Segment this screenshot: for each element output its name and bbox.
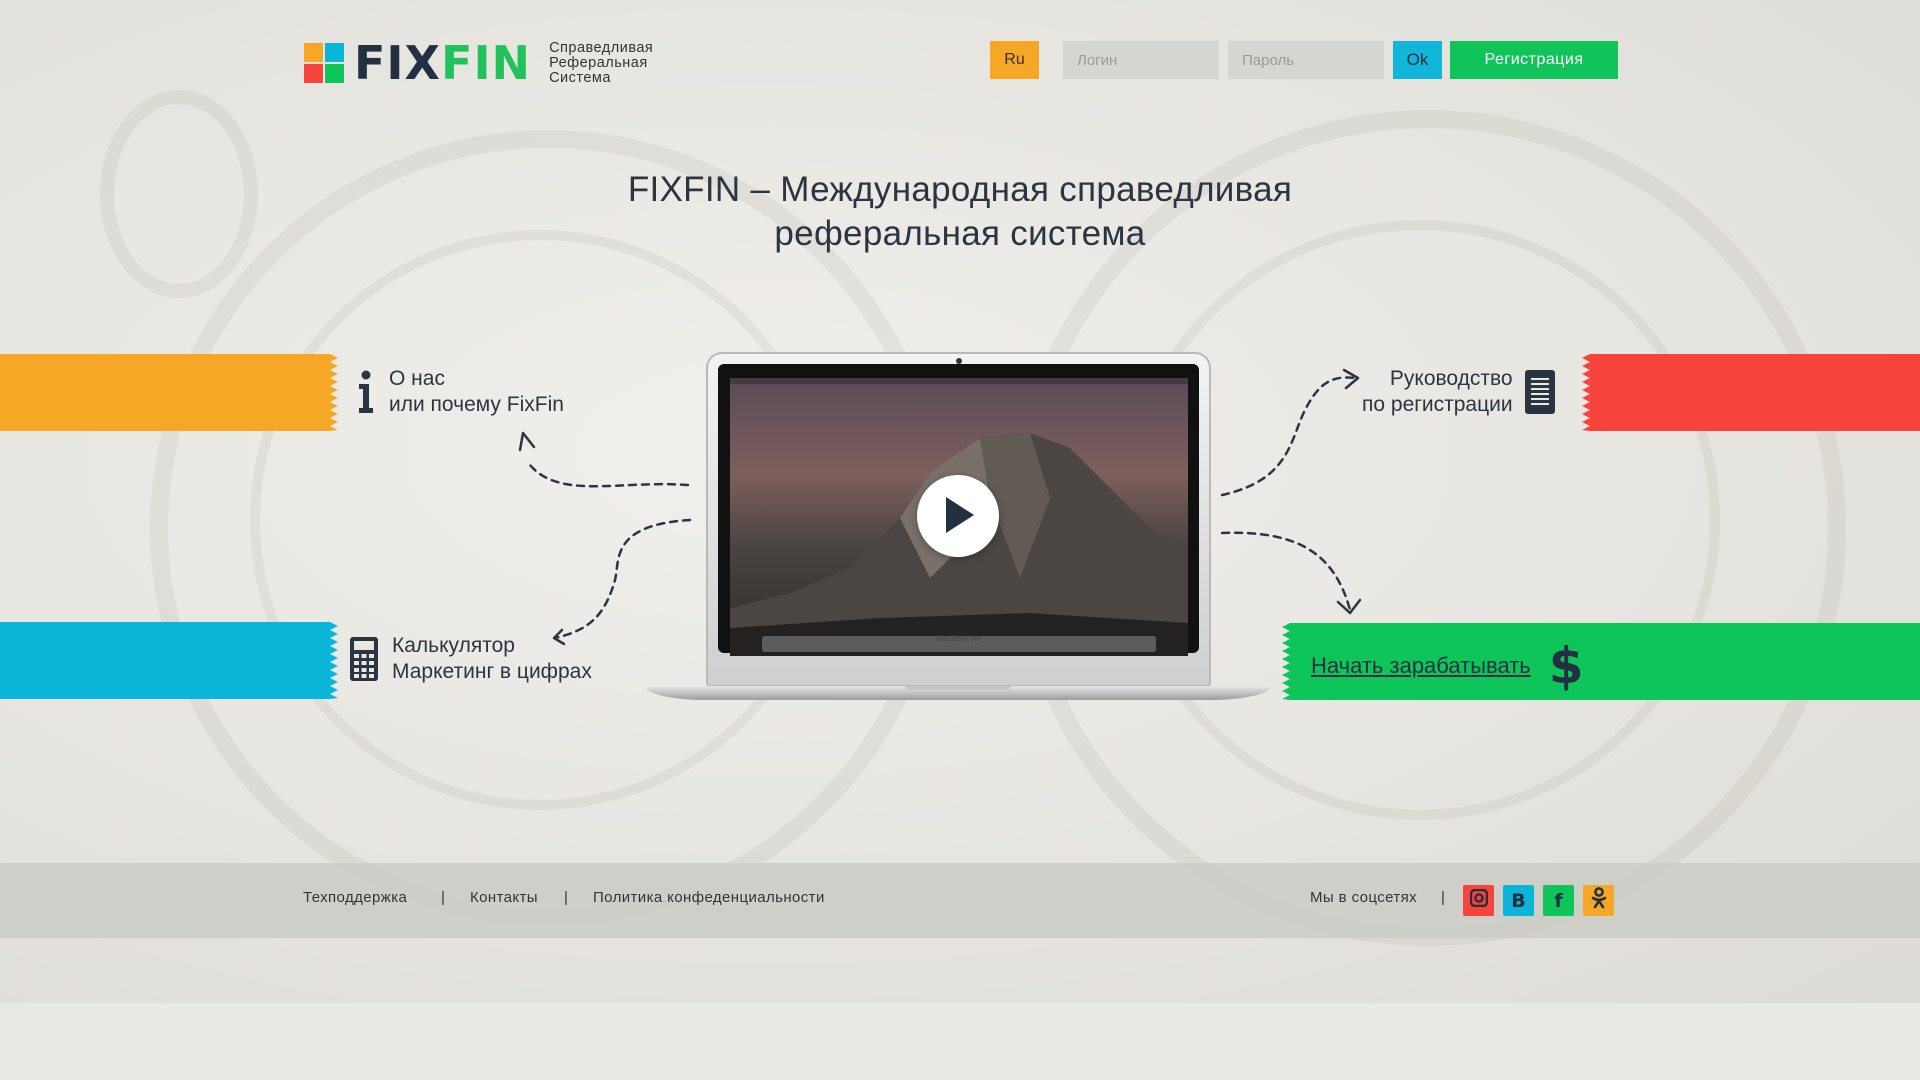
facebook-icon: f bbox=[1554, 889, 1563, 912]
logo-tagline: Справедливая Реферальная Система bbox=[549, 39, 654, 86]
laptop-notch bbox=[905, 686, 1011, 690]
title-line: FIXFIN – Международная справедливая bbox=[627, 170, 1293, 209]
coin-ring-decoration bbox=[100, 90, 258, 298]
instagram-button[interactable] bbox=[1463, 885, 1494, 916]
odnoklassniki-icon bbox=[1591, 887, 1607, 914]
facebook-button[interactable]: f bbox=[1543, 885, 1574, 916]
password-input[interactable] bbox=[1228, 41, 1384, 79]
tagline-line: Система bbox=[549, 69, 611, 86]
contacts-link[interactable]: Контакты bbox=[470, 889, 538, 906]
play-button[interactable] bbox=[917, 475, 999, 557]
instagram-icon bbox=[1469, 888, 1488, 912]
tagline-line: Справедливая bbox=[549, 39, 654, 56]
logo-wordmark: FIXFIN bbox=[354, 36, 532, 90]
separator: | bbox=[441, 889, 445, 906]
calculator-subtitle: Маркетинг в цифрах bbox=[392, 660, 592, 683]
language-button[interactable]: Ru bbox=[990, 41, 1039, 79]
about-link[interactable]: О нас или почему FixFin bbox=[357, 366, 564, 418]
guide-ribbon bbox=[1582, 354, 1920, 431]
play-icon bbox=[940, 495, 976, 538]
calculator-ribbon bbox=[0, 622, 338, 699]
social-label: Мы в соцсетях bbox=[1310, 889, 1418, 906]
page-bottom bbox=[0, 1003, 1920, 1080]
info-icon bbox=[357, 370, 375, 414]
logo[interactable]: FIXFIN Справедливая Реферальная Система bbox=[304, 40, 653, 86]
ok-button[interactable]: Ok bbox=[1393, 41, 1442, 79]
dollar-icon: $ bbox=[1548, 637, 1584, 695]
video-laptop: MacBook Air bbox=[645, 352, 1271, 704]
start-earning-label: Начать зарабатывать bbox=[1311, 653, 1531, 678]
calculator-link[interactable]: Калькулятор Маркетинг в цифрах bbox=[350, 633, 592, 685]
support-link[interactable]: Техподдержка bbox=[303, 889, 407, 906]
about-ribbon bbox=[0, 354, 338, 431]
about-title: О нас bbox=[389, 367, 445, 390]
separator: | bbox=[564, 889, 568, 906]
title-line: реферальная система bbox=[774, 214, 1146, 253]
document-icon bbox=[1524, 370, 1555, 414]
tagline-line: Реферальная bbox=[549, 54, 648, 71]
guide-subtitle: по регистрации bbox=[1362, 393, 1513, 416]
logo-squares-icon bbox=[304, 43, 344, 83]
calculator-icon bbox=[350, 637, 378, 681]
menu-bar bbox=[730, 378, 1188, 384]
login-input[interactable] bbox=[1063, 41, 1219, 79]
register-button[interactable]: Регистрация bbox=[1450, 41, 1618, 79]
page-title: FIXFIN – Международная справедливая рефе… bbox=[560, 168, 1360, 256]
start-earning-link[interactable]: Начать зарабатывать $ bbox=[1311, 641, 1584, 691]
privacy-link[interactable]: Политика конфеденциальности bbox=[593, 889, 825, 906]
vk-icon: В bbox=[1511, 889, 1526, 912]
vk-button[interactable]: В bbox=[1503, 885, 1534, 916]
separator: | bbox=[1441, 889, 1445, 906]
about-subtitle: или почему FixFin bbox=[389, 393, 564, 416]
guide-link[interactable]: Руководство по регистрации bbox=[1362, 366, 1555, 418]
guide-title: Руководство bbox=[1389, 367, 1513, 390]
calculator-title: Калькулятор bbox=[392, 634, 515, 657]
odnoklassniki-button[interactable] bbox=[1583, 885, 1614, 916]
laptop-model-label: MacBook Air bbox=[936, 634, 981, 643]
footer: Техподдержка | Контакты | Политика конфе… bbox=[0, 863, 1920, 938]
